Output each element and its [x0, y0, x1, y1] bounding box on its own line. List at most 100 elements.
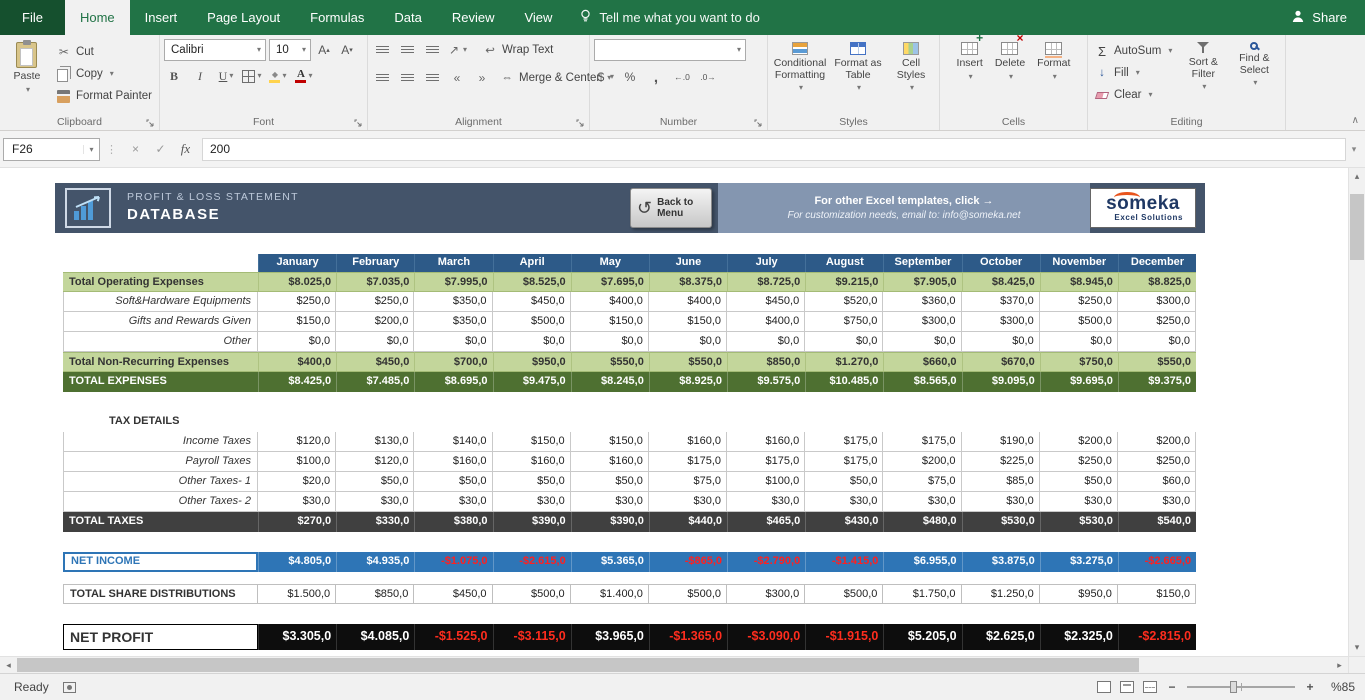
value-cell[interactable]: -$1.415,0 [805, 552, 883, 572]
promo-templates-link[interactable]: For other Excel templates, click → [814, 195, 993, 207]
value-cell[interactable]: $850,0 [727, 352, 805, 372]
value-cell[interactable]: $75,0 [883, 472, 961, 492]
chevron-down-icon[interactable]: ▾ [83, 145, 99, 154]
zoom-in-icon[interactable]: + [1304, 680, 1316, 694]
borders-button[interactable]: ▾ [242, 66, 262, 86]
value-cell[interactable]: $9.575,0 [727, 372, 805, 392]
percent-style-button[interactable] [620, 67, 640, 87]
value-cell[interactable]: $4.935,0 [336, 552, 414, 572]
accounting-format-button[interactable]: ▾ [594, 67, 614, 87]
value-cell[interactable]: $0,0 [962, 332, 1040, 352]
value-cell[interactable]: $3.275,0 [1040, 552, 1118, 572]
value-cell[interactable]: $850,0 [336, 584, 414, 604]
value-cell[interactable]: $8.695,0 [414, 372, 492, 392]
value-cell[interactable]: $7.995,0 [414, 272, 492, 292]
align-left-button[interactable] [372, 68, 392, 88]
cut-button[interactable]: Cut [54, 41, 155, 63]
promo-email-text[interactable]: For customization needs, email to: info@… [787, 210, 1020, 221]
value-cell[interactable]: $670,0 [962, 352, 1040, 372]
value-cell[interactable]: $400,0 [258, 352, 336, 372]
scroll-right-icon[interactable]: ▸ [1331, 657, 1348, 673]
value-cell[interactable]: -$2.815,0 [1118, 624, 1196, 650]
orientation-button[interactable]: ▾ [447, 40, 467, 60]
value-cell[interactable]: $0,0 [1118, 332, 1196, 352]
value-cell[interactable]: $100,0 [727, 472, 805, 492]
value-cell[interactable]: $430,0 [805, 512, 883, 532]
value-cell[interactable]: -$2.665,0 [1118, 552, 1196, 572]
value-cell[interactable]: $50,0 [414, 472, 492, 492]
cancel-entry-icon[interactable]: × [123, 138, 148, 161]
value-cell[interactable]: $0,0 [1040, 332, 1118, 352]
value-cell[interactable]: $1.250,0 [962, 584, 1040, 604]
value-cell[interactable]: $1.400,0 [571, 584, 649, 604]
value-cell[interactable]: $1.270,0 [805, 352, 883, 372]
increase-font-size-button[interactable]: A▴ [314, 40, 334, 60]
value-cell[interactable]: $30,0 [727, 492, 805, 512]
value-cell[interactable]: $500,0 [649, 584, 727, 604]
value-cell[interactable]: $530,0 [1040, 512, 1118, 532]
value-cell[interactable]: $0,0 [258, 332, 336, 352]
tell-me-box[interactable]: Tell me what you want to do [579, 0, 759, 35]
value-cell[interactable]: $8.245,0 [571, 372, 649, 392]
align-middle-button[interactable] [397, 40, 417, 60]
value-cell[interactable]: -$2.790,0 [727, 552, 805, 572]
value-cell[interactable]: $700,0 [414, 352, 492, 372]
value-cell[interactable]: $250,0 [1118, 452, 1196, 472]
value-cell[interactable]: $60,0 [1118, 472, 1196, 492]
value-cell[interactable]: $50,0 [336, 472, 414, 492]
copy-button[interactable]: Copy▾ [54, 63, 155, 85]
month-header-cell[interactable]: June [649, 254, 727, 272]
value-cell[interactable]: $0,0 [883, 332, 961, 352]
decrease-font-size-button[interactable]: A▾ [337, 40, 357, 60]
value-cell[interactable]: $3.305,0 [258, 624, 336, 650]
row-label-cell[interactable]: Payroll Taxes [63, 452, 258, 472]
font-dialog-launcher-icon[interactable] [354, 117, 364, 127]
value-cell[interactable]: $540,0 [1118, 512, 1196, 532]
page-layout-view-icon[interactable] [1120, 681, 1134, 693]
value-cell[interactable]: $20,0 [258, 472, 336, 492]
value-cell[interactable]: $300,0 [883, 312, 961, 332]
conditional-formatting-button[interactable]: Conditional Formatting▾ [772, 39, 828, 113]
value-cell[interactable]: $750,0 [805, 312, 883, 332]
value-cell[interactable]: $500,0 [493, 312, 571, 332]
value-cell[interactable]: $9.695,0 [1040, 372, 1118, 392]
share-button[interactable]: Share [1273, 0, 1365, 35]
value-cell[interactable]: $150,0 [649, 312, 727, 332]
normal-view-icon[interactable] [1097, 681, 1111, 693]
value-cell[interactable]: $8.565,0 [883, 372, 961, 392]
sort-filter-button[interactable]: Sort & Filter▾ [1179, 39, 1227, 113]
font-size-combo[interactable]: 10▾ [269, 39, 311, 61]
tab-page-layout[interactable]: Page Layout [192, 0, 295, 35]
vertical-scroll-thumb[interactable] [1350, 194, 1364, 260]
row-label-cell[interactable]: NET PROFIT [63, 624, 258, 650]
value-cell[interactable]: -$1.915,0 [805, 624, 883, 650]
value-cell[interactable]: $530,0 [962, 512, 1040, 532]
value-cell[interactable]: $360,0 [883, 292, 961, 312]
value-cell[interactable]: $465,0 [727, 512, 805, 532]
fill-button[interactable]: Fill▾ [1092, 62, 1175, 84]
format-as-table-button[interactable]: Format as Table▾ [832, 39, 884, 113]
row-label-cell[interactable]: TAX DETAILS [63, 412, 185, 432]
value-cell[interactable]: $0,0 [649, 332, 727, 352]
value-cell[interactable]: $7.485,0 [336, 372, 414, 392]
month-header-cell[interactable]: August [805, 254, 883, 272]
value-cell[interactable]: $0,0 [571, 332, 649, 352]
value-cell[interactable]: $160,0 [493, 452, 571, 472]
decrease-decimal-button[interactable] [698, 67, 718, 87]
tab-file[interactable]: File [0, 0, 65, 35]
number-format-combo[interactable]: ▾ [594, 39, 746, 61]
value-cell[interactable]: $30,0 [1118, 492, 1196, 512]
value-cell[interactable]: $75,0 [649, 472, 727, 492]
value-cell[interactable]: $8.525,0 [493, 272, 571, 292]
font-color-button[interactable]: ▾ [294, 66, 314, 86]
row-label-cell[interactable]: Total Operating Expenses [63, 272, 258, 292]
horizontal-scroll-thumb[interactable] [17, 658, 1139, 672]
comma-style-button[interactable] [646, 67, 666, 87]
paste-button[interactable]: Paste ▾ [4, 39, 50, 113]
font-name-combo[interactable]: Calibri▾ [164, 39, 266, 61]
value-cell[interactable]: $520,0 [805, 292, 883, 312]
month-header-cell[interactable]: March [414, 254, 492, 272]
delete-cells-button[interactable]: Delete▾ [993, 39, 1027, 113]
value-cell[interactable]: $1.750,0 [883, 584, 961, 604]
value-cell[interactable]: $7.695,0 [571, 272, 649, 292]
